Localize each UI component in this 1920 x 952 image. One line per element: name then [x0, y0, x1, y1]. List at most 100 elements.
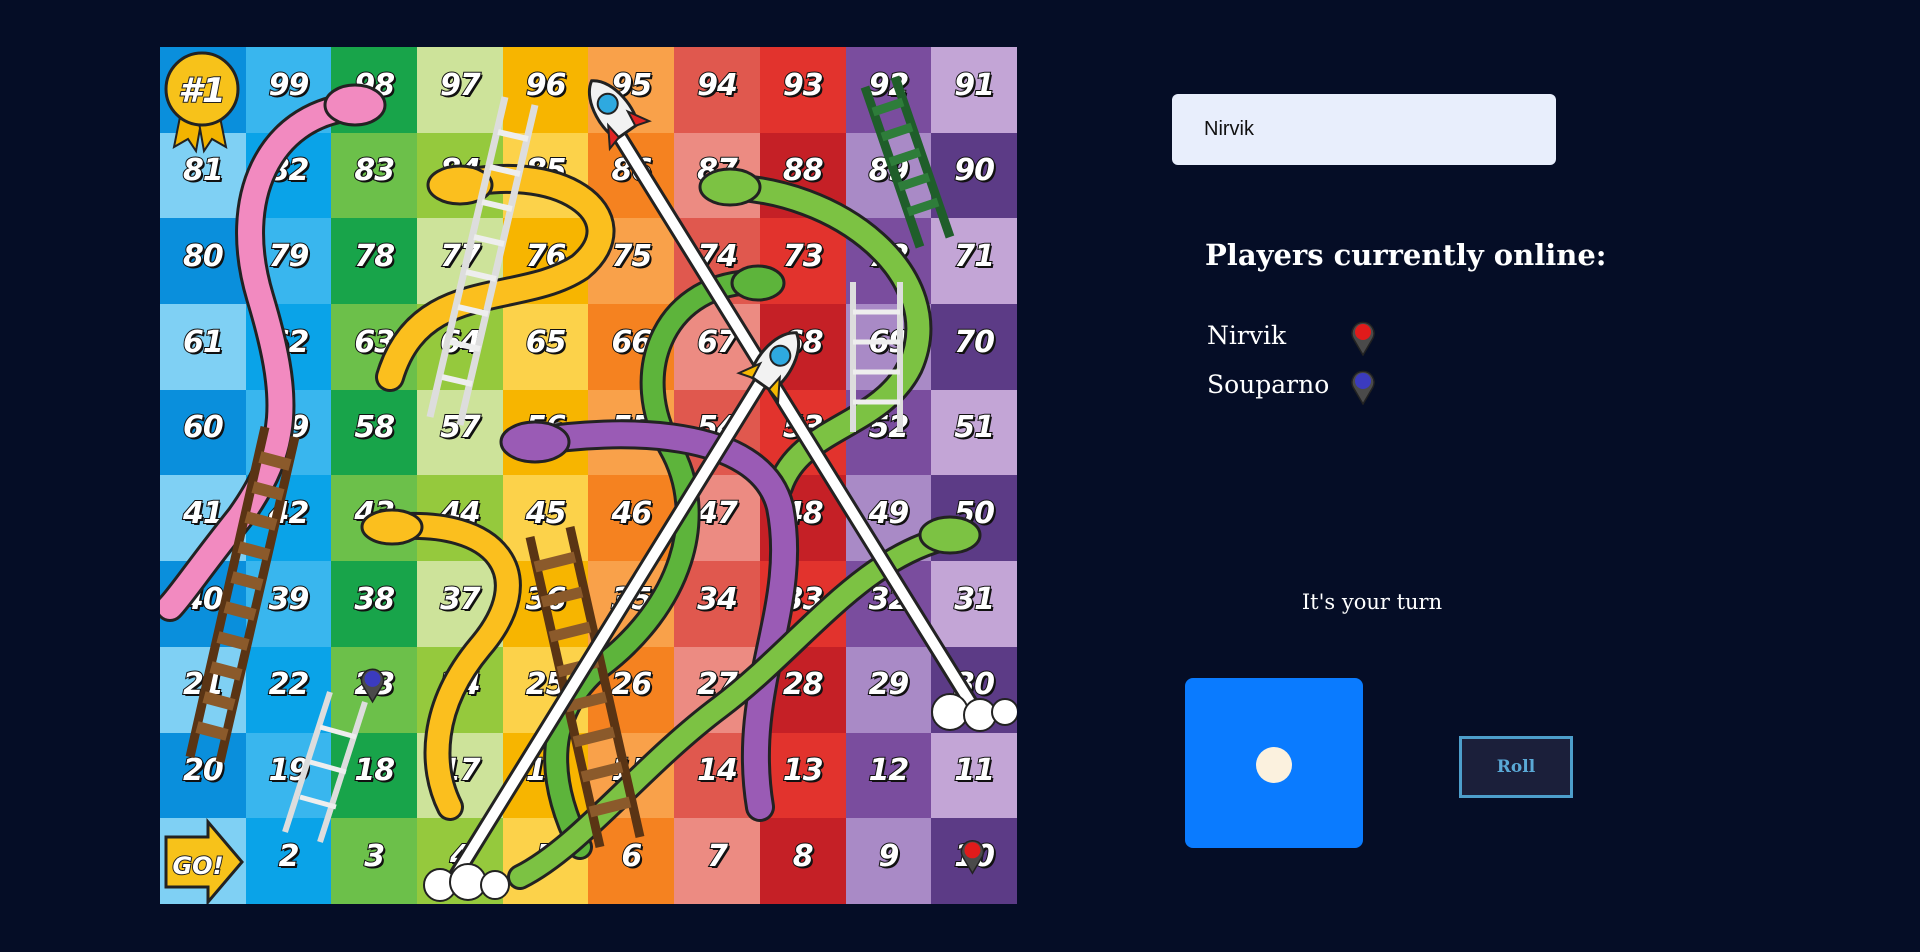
square-number: 5 [535, 838, 558, 875]
board-square: 32 [845, 561, 932, 647]
square-number: 18 [353, 752, 396, 789]
square-number: 28 [782, 666, 825, 703]
square-number: 34 [696, 581, 739, 618]
square-number: 17 [439, 752, 482, 789]
square-number: 88 [782, 152, 825, 189]
board-square: 39 [245, 561, 332, 647]
square-number: 42 [268, 495, 311, 532]
square-number: 20 [182, 752, 225, 789]
board-square: 82 [245, 132, 332, 219]
board-square: 94 [674, 47, 760, 133]
player-name-input[interactable] [1172, 94, 1556, 165]
board-square: 67 [674, 304, 760, 390]
square-number: 46 [610, 495, 653, 532]
square-number: 61 [182, 324, 225, 361]
square-number: 23 [353, 666, 396, 703]
square-number: 58 [353, 409, 396, 446]
board-square: 34 [674, 561, 760, 647]
board-square: 54 [674, 389, 760, 476]
board-square: 66 [588, 304, 675, 390]
board-square: 12 [845, 732, 932, 819]
square-number: 75 [610, 238, 653, 275]
board-square: 80 [160, 218, 246, 305]
board-square: 49 [845, 475, 932, 562]
board-square: 22 [245, 646, 332, 733]
board-square: 2 [245, 818, 332, 904]
square-number: 32 [868, 581, 911, 618]
square-number: 71 [953, 238, 996, 275]
board-square: 50 [931, 475, 1017, 562]
square-number: 51 [953, 409, 996, 446]
square-number: 30 [953, 666, 996, 703]
square-number: 53 [782, 409, 825, 446]
board-square: 52 [845, 389, 932, 476]
square-number: 72 [868, 238, 911, 275]
board-square: 85 [502, 132, 589, 219]
board-square: 43 [331, 475, 418, 562]
board-square: 45 [502, 475, 589, 562]
square-number: 33 [782, 581, 825, 618]
board-square: 40 [160, 561, 246, 647]
board-square: 19 [245, 732, 332, 819]
square-number: 39 [268, 581, 311, 618]
board-square: 96 [502, 47, 589, 133]
square-number: 48 [782, 495, 825, 532]
board-square: 15 [588, 732, 675, 819]
dice[interactable] [1185, 678, 1363, 848]
board-square: 74 [674, 218, 760, 305]
online-player-name: Souparno [1207, 370, 1330, 399]
board-square: 60 [160, 389, 246, 476]
square-number: 43 [353, 495, 396, 532]
board-square: 28 [759, 646, 846, 733]
board-square: 83 [331, 132, 418, 219]
board-square: 7 [674, 818, 760, 904]
square-number: 4 [449, 838, 472, 875]
square-number: 60 [182, 409, 225, 446]
square-number: 78 [353, 238, 396, 275]
square-number: 7 [706, 838, 729, 875]
square-number: 45 [525, 495, 568, 532]
board-square: 57 [417, 389, 503, 476]
square-number: 69 [868, 324, 911, 361]
square-number: 85 [525, 152, 568, 189]
square-number: 92 [868, 67, 911, 104]
board-square: 89 [845, 132, 932, 219]
square-number: 94 [696, 67, 739, 104]
board-square: 25 [502, 646, 589, 733]
board-square: 76 [502, 218, 589, 305]
square-number: 74 [696, 238, 739, 275]
board-square: 59 [245, 389, 332, 476]
game-board: 99 98 97 96 95 94 93 92 91 81 82 83 84 85 86 87 88 89 90 80… [160, 47, 1017, 904]
board-square: 37 [417, 561, 503, 647]
board-square: 11 [931, 732, 1017, 819]
board-square: 21 [160, 646, 246, 733]
board-square: 73 [759, 218, 846, 305]
board-square: 61 [160, 304, 246, 390]
square-number: 40 [182, 581, 225, 618]
board-square: 18 [331, 732, 418, 819]
board-square: 16 [502, 732, 589, 819]
square-number: 37 [439, 581, 482, 618]
square-number: 44 [439, 495, 482, 532]
square-number: 99 [268, 67, 311, 104]
square-number: 59 [268, 409, 311, 446]
square-number: 36 [525, 581, 568, 618]
board-square: 79 [245, 218, 332, 305]
square-number: 65 [525, 324, 568, 361]
square-number: 49 [868, 495, 911, 532]
board-square: 33 [759, 561, 846, 647]
square-number: 62 [268, 324, 311, 361]
square-number: 98 [353, 67, 396, 104]
board-square: 88 [759, 132, 846, 219]
board-square: 68 [759, 304, 846, 390]
roll-button[interactable]: Roll [1459, 736, 1573, 798]
board-square: 23 [331, 646, 418, 733]
square-number: 3 [363, 838, 386, 875]
board-square: 70 [931, 304, 1017, 390]
board-square: 91 [931, 47, 1017, 133]
square-number: 76 [525, 238, 568, 275]
square-number: 77 [439, 238, 482, 275]
square-number: 93 [782, 67, 825, 104]
square-number: 90 [953, 152, 996, 189]
board-square: 9 [845, 818, 932, 904]
